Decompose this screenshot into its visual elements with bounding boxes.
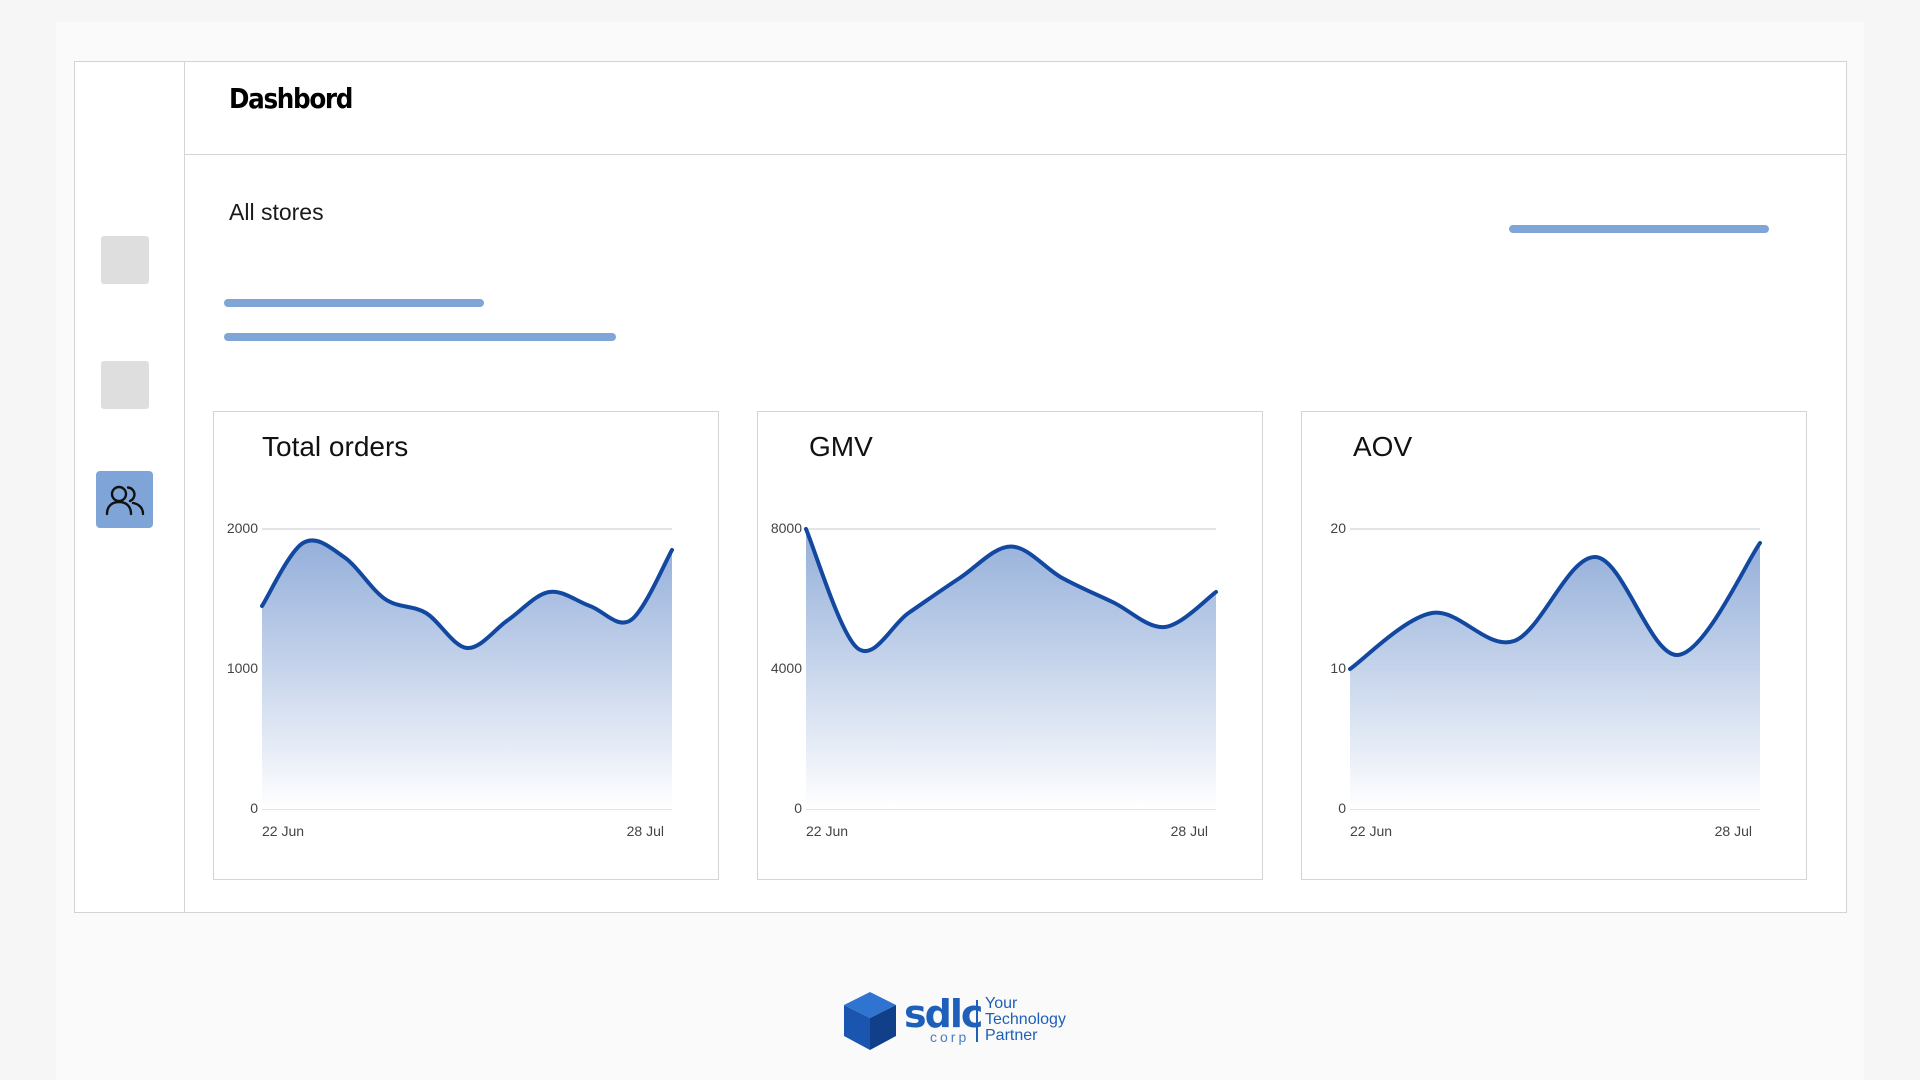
y-tick-label: 4000 (771, 660, 802, 676)
y-tick-label: 0 (250, 800, 258, 816)
x-tick-label: 28 Jul (627, 823, 664, 839)
app-window: Dashbord All stores 0 1000 2000 22 Jun 28 Ju… (74, 61, 1847, 913)
chart-card-gmv[interactable]: 0 4000 8000 22 Jun 28 Jul GMV (757, 411, 1263, 880)
y-tick-label: 8000 (771, 520, 802, 536)
y-tick-label: 0 (794, 800, 802, 816)
x-tick-label: 22 Jun (1350, 823, 1392, 839)
x-tick-label: 28 Jul (1715, 823, 1752, 839)
total-orders-chart: 0 1000 2000 22 Jun 28 Jul (227, 520, 674, 839)
x-tick-label: 22 Jun (262, 823, 304, 839)
chart-card-aov[interactable]: 0 10 20 22 Jun 28 Jul AOV (1301, 411, 1807, 880)
card-title: GMV (809, 431, 873, 462)
area-fill (1350, 543, 1760, 809)
card-title: Total orders (262, 431, 409, 462)
area-fill (262, 540, 672, 809)
y-tick-label: 2000 (227, 520, 258, 536)
tagline-line: Partner (985, 1027, 1038, 1044)
users-icon (105, 485, 144, 515)
chart-card-total-orders[interactable]: 0 1000 2000 22 Jun 28 Jul Total orders (213, 411, 719, 880)
sidebar-item-users[interactable] (96, 471, 153, 528)
sidebar (75, 62, 185, 912)
logo-tagline: Your Technology Partner (985, 996, 1066, 1044)
header: Dashbord (185, 62, 1846, 155)
card-title: AOV (1353, 431, 1413, 462)
page-title: Dashbord (229, 82, 353, 115)
y-tick-label: 20 (1330, 520, 1346, 536)
logo-sub-text: corp (930, 1029, 970, 1045)
skeleton-bar-2 (224, 333, 616, 341)
y-tick-label: 1000 (227, 660, 258, 676)
sidebar-item-placeholder-1[interactable] (101, 236, 149, 284)
brand-logo: sdlc corp Your Technology Partner (840, 990, 1080, 1052)
y-tick-label: 10 (1330, 660, 1346, 676)
x-tick-label: 28 Jul (1171, 823, 1208, 839)
x-tick-label: 22 Jun (806, 823, 848, 839)
y-tick-label: 0 (1338, 800, 1346, 816)
logo-divider (976, 1000, 978, 1042)
sidebar-item-placeholder-2[interactable] (101, 361, 149, 409)
tagline-line: Technology (985, 1011, 1066, 1028)
area-fill (806, 529, 1216, 809)
cube-logo-icon (844, 992, 896, 1050)
skeleton-bar-right (1509, 225, 1769, 233)
skeleton-bar-1 (224, 299, 484, 307)
store-selector-label[interactable]: All stores (229, 199, 324, 226)
gmv-chart: 0 4000 8000 22 Jun 28 Jul (771, 520, 1218, 839)
tagline-line: Your (985, 995, 1018, 1012)
aov-chart: 0 10 20 22 Jun 28 Jul (1330, 520, 1762, 839)
